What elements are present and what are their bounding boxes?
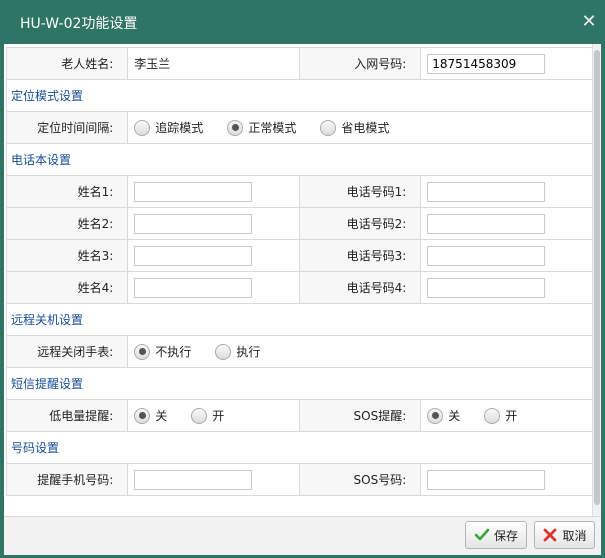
contact-phone-input-4[interactable] bbox=[427, 277, 546, 298]
radio-checked-icon bbox=[134, 343, 151, 360]
name-value: 李玉兰 bbox=[127, 47, 300, 80]
contact-name-label: 姓名2: bbox=[5, 207, 129, 240]
radio-circle-icon bbox=[320, 119, 337, 136]
numbers-section-title: 号码设置 bbox=[6, 431, 593, 464]
shutdown-section-title: 远程关机设置 bbox=[6, 303, 593, 336]
contact-name-label: 姓名3: bbox=[5, 239, 129, 272]
location-mode-group: 追踪模式 正常模式 省电模式 bbox=[128, 119, 592, 136]
contact-phone-label: 电话号码4: bbox=[298, 271, 422, 304]
contact-phone-label: 电话号码1: bbox=[298, 175, 422, 208]
contact-name-input-4[interactable] bbox=[134, 277, 253, 298]
low-battery-group: 关 开 bbox=[128, 407, 299, 424]
save-button[interactable]: 保存 bbox=[465, 521, 527, 549]
location-section-title: 定位模式设置 bbox=[6, 79, 593, 112]
contact-phone-input-1[interactable] bbox=[427, 181, 546, 202]
dialog-footer: 保存 取消 bbox=[4, 516, 601, 555]
radio-circle-icon bbox=[484, 407, 501, 424]
settings-dialog: HU-W-02功能设置 ✕ 老人姓名: 李玉兰 入网号码: 定位模式设置 定位时… bbox=[0, 0, 605, 558]
radio-power-saving-mode[interactable]: 省电模式 bbox=[320, 119, 389, 136]
radio-no-execute[interactable]: 不执行 bbox=[134, 343, 191, 360]
radio-normal-mode[interactable]: 正常模式 bbox=[227, 119, 296, 136]
radio-circle-icon bbox=[215, 343, 232, 360]
name-label: 老人姓名: bbox=[5, 47, 129, 80]
cancel-x-icon bbox=[544, 528, 557, 542]
contact-name-input-2[interactable] bbox=[134, 213, 253, 234]
sos-reminder-group: 关 开 bbox=[421, 407, 592, 424]
sos-number-input[interactable] bbox=[427, 469, 546, 490]
remote-shutdown-label: 远程关闭手表: bbox=[5, 335, 129, 368]
network-number-label: 入网号码: bbox=[298, 47, 422, 80]
network-number-input[interactable] bbox=[427, 53, 546, 74]
contact-name-input-3[interactable] bbox=[134, 245, 253, 266]
radio-low-battery-on[interactable]: 开 bbox=[191, 407, 224, 424]
contact-phone-input-2[interactable] bbox=[427, 213, 546, 234]
reminder-phone-input[interactable] bbox=[134, 469, 253, 490]
contact-phone-label: 电话号码3: bbox=[298, 239, 422, 272]
radio-tracking-mode[interactable]: 追踪模式 bbox=[134, 119, 203, 136]
phonebook-section-title: 电话本设置 bbox=[6, 143, 593, 176]
radio-low-battery-off[interactable]: 关 bbox=[134, 407, 167, 424]
radio-circle-icon bbox=[134, 119, 151, 136]
settings-table: 老人姓名: 李玉兰 入网号码: 定位模式设置 定位时间间隔: 追踪模式 正常模式… bbox=[5, 47, 593, 496]
shutdown-group: 不执行 执行 bbox=[128, 343, 592, 360]
vertical-scrollbar[interactable] bbox=[592, 44, 601, 516]
radio-sos-off[interactable]: 关 bbox=[427, 407, 460, 424]
form-area: 老人姓名: 李玉兰 入网号码: 定位模式设置 定位时间间隔: 追踪模式 正常模式… bbox=[4, 44, 601, 516]
close-icon[interactable]: ✕ bbox=[581, 13, 597, 31]
contact-name-input-1[interactable] bbox=[134, 181, 253, 202]
radio-sos-on[interactable]: 开 bbox=[484, 407, 517, 424]
contact-phone-label: 电话号码2: bbox=[298, 207, 422, 240]
radio-checked-icon bbox=[427, 407, 444, 424]
low-battery-label: 低电量提醒: bbox=[5, 399, 129, 432]
location-interval-label: 定位时间间隔: bbox=[5, 111, 129, 144]
contact-phone-input-3[interactable] bbox=[427, 245, 546, 266]
title-bar[interactable]: HU-W-02功能设置 ✕ bbox=[0, 0, 605, 44]
sms-section-title: 短信提醒设置 bbox=[6, 367, 593, 400]
radio-circle-icon bbox=[191, 407, 208, 424]
reminder-phone-label: 提醒手机号码: bbox=[5, 463, 129, 496]
radio-execute[interactable]: 执行 bbox=[215, 343, 260, 360]
dialog-title: HU-W-02功能设置 bbox=[20, 16, 138, 32]
scrollbar-thumb[interactable] bbox=[594, 50, 600, 505]
checkmark-icon bbox=[474, 528, 490, 541]
sos-number-label: SOS号码: bbox=[298, 463, 422, 496]
cancel-button[interactable]: 取消 bbox=[534, 521, 595, 549]
sos-reminder-label: SOS提醒: bbox=[298, 399, 422, 432]
contact-name-label: 姓名1: bbox=[5, 175, 129, 208]
radio-checked-icon bbox=[227, 119, 244, 136]
radio-checked-icon bbox=[134, 407, 151, 424]
contact-name-label: 姓名4: bbox=[5, 271, 129, 304]
